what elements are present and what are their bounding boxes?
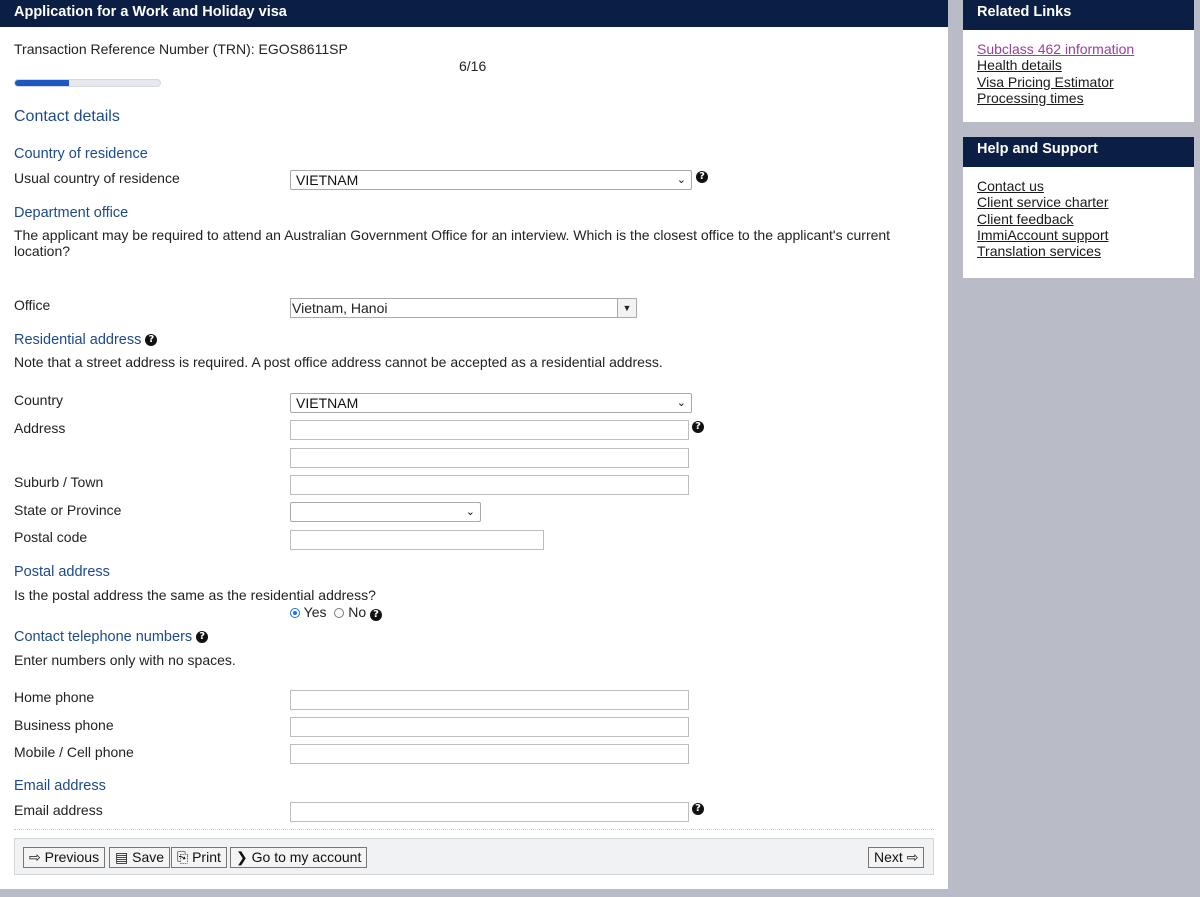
residential-note: Note that a street address is required. …: [14, 354, 663, 370]
link-client-service-charter[interactable]: Client service charter: [977, 194, 1194, 210]
help-icon[interactable]: ?: [696, 171, 708, 183]
usual-country-label: Usual country of residence: [14, 170, 180, 186]
email-input[interactable]: [290, 802, 689, 822]
arrow-left-icon: ⇨: [29, 849, 41, 865]
link-client-feedback[interactable]: Client feedback: [977, 211, 1194, 227]
help-icon[interactable]: ?: [370, 609, 383, 621]
phone-note: Enter numbers only with no spaces.: [14, 652, 236, 668]
chevron-down-icon: ⌄: [465, 506, 475, 518]
country-label: Country: [14, 392, 64, 408]
help-icon[interactable]: ?: [692, 421, 704, 433]
go-to-account-button[interactable]: ❯ Go to my account: [230, 847, 368, 868]
home-phone-input[interactable]: [290, 690, 689, 710]
address-label: Address: [14, 420, 66, 436]
navigation-bar: ⇨ Previous ▤ Save ⎘ Print ❯ Go to my acc…: [14, 838, 934, 875]
office-label: Office: [14, 297, 51, 313]
printer-icon: ⎘: [177, 849, 189, 865]
suburb-label: Suburb / Town: [14, 474, 104, 490]
section-title-department-office: Department office: [14, 205, 129, 221]
link-processing-times[interactable]: Processing times: [977, 90, 1194, 106]
section-title-contact-details: Contact details: [14, 108, 120, 125]
postal-same-question: Is the postal address the same as the re…: [14, 587, 376, 603]
floppy-disk-icon: ▤: [115, 849, 129, 865]
state-select[interactable]: ⌄: [290, 502, 481, 522]
progress-bar: [14, 79, 161, 87]
chevron-down-icon: ⌄: [676, 174, 686, 186]
previous-button[interactable]: ⇨ Previous: [23, 847, 106, 868]
mobile-phone-input[interactable]: [290, 744, 689, 764]
country-select[interactable]: VIETNAM ⌄: [290, 393, 692, 413]
chevron-down-icon: ⌄: [676, 397, 686, 409]
postal-same-radio-group: Yes No ?: [290, 604, 383, 621]
link-health-details[interactable]: Health details: [977, 57, 1194, 73]
email-label: Email address: [14, 802, 103, 818]
next-button[interactable]: Next ⇨: [868, 847, 925, 868]
help-support-panel: Help and Support Contact us Client servi…: [963, 137, 1194, 278]
related-links-panel: Related Links Subclass 462 information H…: [963, 0, 1194, 122]
home-phone-label: Home phone: [14, 689, 95, 705]
radio-yes[interactable]: [290, 608, 300, 618]
link-immiaccount-support[interactable]: ImmiAccount support: [977, 227, 1194, 243]
application-form: Application for a Work and Holiday visa …: [0, 0, 948, 889]
state-label: State or Province: [14, 502, 122, 518]
related-links-title: Related Links: [963, 0, 1194, 30]
help-support-list: Contact us Client service charter Client…: [963, 167, 1194, 259]
radio-no-label: No: [348, 604, 367, 620]
section-title-country-of-residence: Country of residence: [14, 146, 148, 162]
related-links-list: Subclass 462 information Health details …: [963, 30, 1194, 106]
section-title-postal-address: Postal address: [14, 564, 110, 580]
section-title-contact-phone: Contact telephone numbers ?: [14, 629, 209, 645]
print-button[interactable]: ⎘ Print: [171, 847, 227, 868]
radio-yes-label: Yes: [303, 604, 327, 620]
suburb-input[interactable]: [290, 475, 689, 495]
dropdown-arrow-icon: ▼: [617, 299, 636, 317]
postal-code-input[interactable]: [290, 530, 544, 550]
help-icon[interactable]: ?: [196, 631, 209, 643]
divider: [14, 829, 934, 830]
chevron-right-icon: ❯: [236, 849, 248, 865]
postal-code-label: Postal code: [14, 529, 88, 545]
arrow-right-icon: ⇨: [906, 849, 919, 865]
section-title-email-address: Email address: [14, 778, 106, 794]
mobile-phone-label: Mobile / Cell phone: [14, 744, 134, 760]
help-icon[interactable]: ?: [692, 803, 704, 815]
page-header: Application for a Work and Holiday visa: [0, 0, 948, 27]
link-contact-us[interactable]: Contact us: [977, 178, 1194, 194]
business-phone-label: Business phone: [14, 717, 114, 733]
usual-country-select[interactable]: VIETNAM ⌄: [290, 170, 692, 190]
link-translation-services[interactable]: Translation services: [977, 243, 1194, 259]
save-button[interactable]: ▤ Save: [109, 847, 171, 868]
help-icon[interactable]: ?: [145, 334, 158, 346]
office-note: The applicant may be required to attend …: [14, 227, 891, 259]
trn-label: Transaction Reference Number (TRN): EGOS…: [14, 41, 348, 57]
progress-fill: [15, 80, 70, 86]
link-subclass-462[interactable]: Subclass 462 information: [977, 41, 1194, 57]
help-support-title: Help and Support: [963, 137, 1194, 167]
address-line-2-input[interactable]: [290, 448, 689, 468]
link-visa-pricing[interactable]: Visa Pricing Estimator: [977, 74, 1194, 90]
business-phone-input[interactable]: [290, 717, 689, 737]
section-title-residential-address: Residential address ?: [14, 332, 158, 348]
step-counter: 6/16: [459, 58, 487, 74]
office-select[interactable]: Vietnam, Hanoi ▼: [290, 298, 637, 318]
radio-no[interactable]: [334, 608, 345, 618]
address-line-1-input[interactable]: [290, 420, 689, 440]
